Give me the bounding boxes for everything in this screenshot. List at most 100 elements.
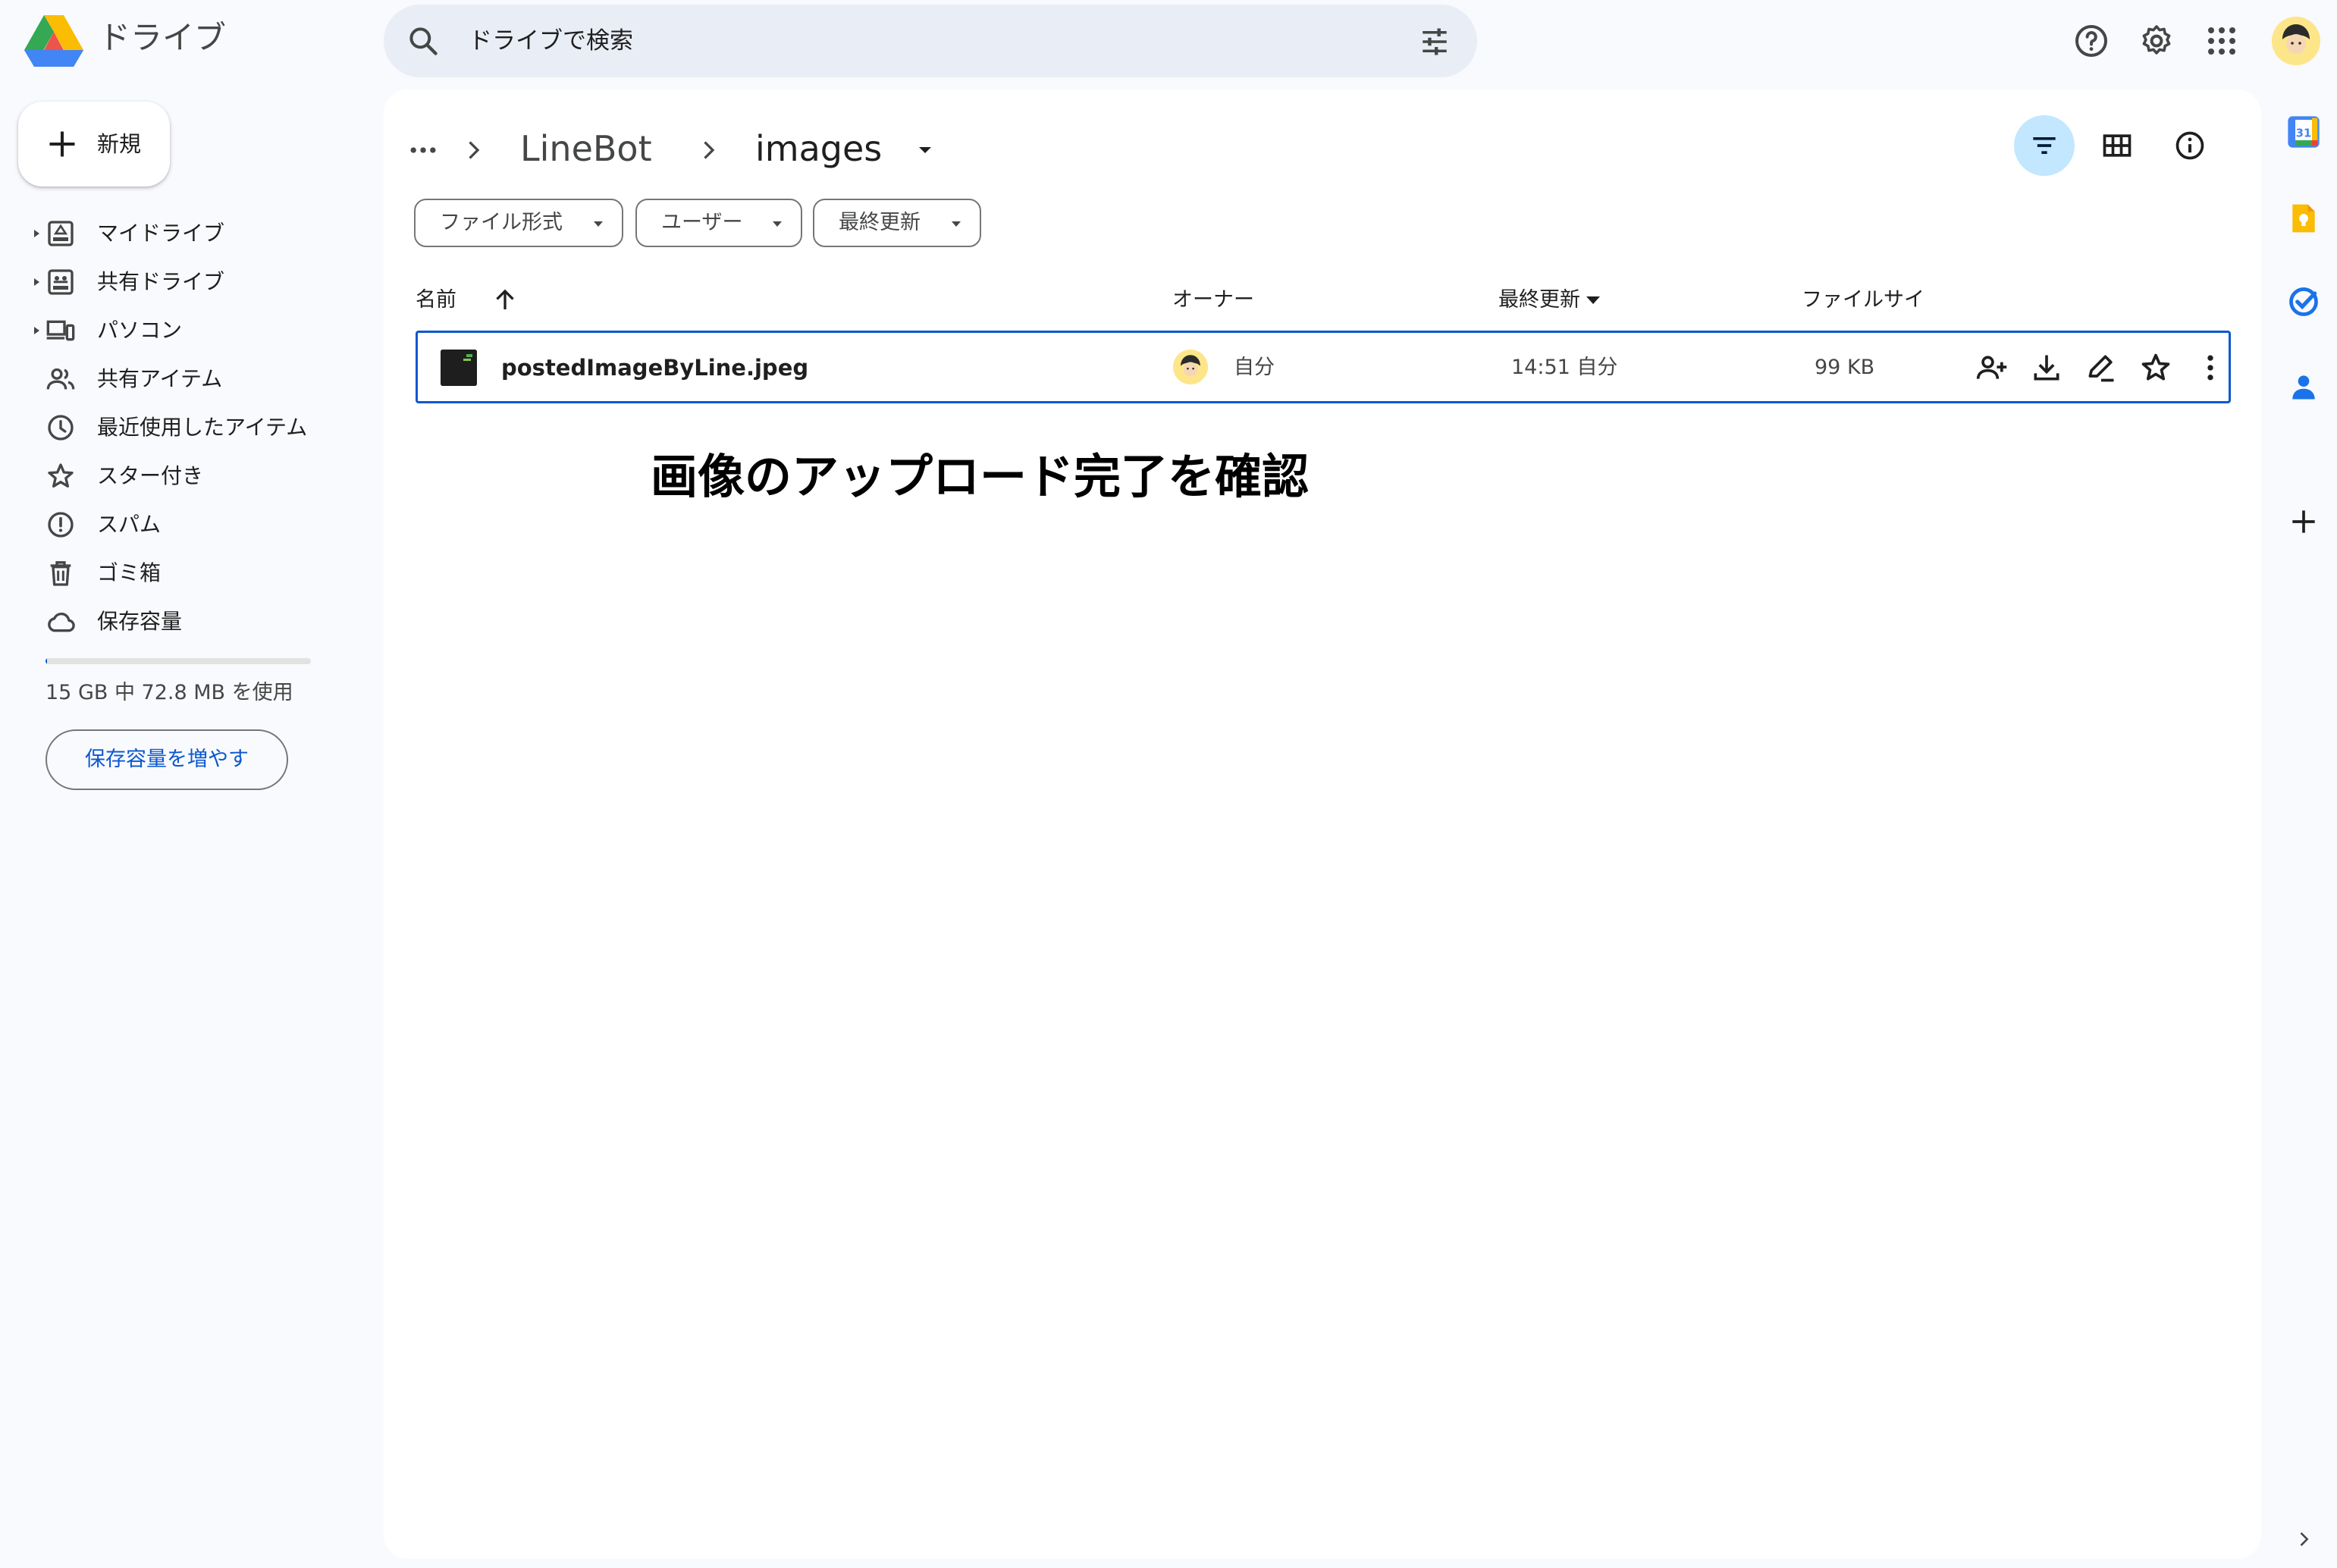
clock-icon <box>48 415 74 441</box>
plus-icon <box>49 131 75 157</box>
sidebar-item-label: 最近使用したアイテム <box>97 415 308 440</box>
add-addon-icon[interactable] <box>2287 505 2320 538</box>
grid-view-toggle[interactable] <box>2087 115 2147 176</box>
settings-icon[interactable] <box>2138 23 2175 59</box>
my-drive-icon <box>48 221 74 246</box>
help-icon[interactable] <box>2073 23 2110 59</box>
image-file-thumbnail <box>441 350 477 386</box>
avatar-face-icon <box>1173 350 1208 384</box>
filter-chip-file-type[interactable]: ファイル形式 <box>414 199 623 247</box>
sidebar-item-label: 共有アイテム <box>97 366 223 391</box>
sort-down-icon[interactable] <box>1585 294 1601 306</box>
chevron-down-icon <box>773 221 782 227</box>
cloud-icon <box>48 613 75 632</box>
calendar-icon[interactable]: 31 <box>2287 115 2320 149</box>
arrow-up-icon[interactable] <box>491 287 519 314</box>
breadcrumb-item-linebot[interactable]: LineBot <box>520 126 652 171</box>
new-button[interactable]: 新規 <box>18 102 170 187</box>
sidebar-item-shared-with-me[interactable]: 共有アイテム <box>0 355 356 403</box>
column-header-owner[interactable]: オーナー <box>1172 285 1254 315</box>
top-bar: ドライブ <box>0 0 2337 83</box>
expand-caret-icon[interactable] <box>30 325 42 337</box>
annotation-caption: 画像のアップロード完了を確認 <box>651 449 1310 504</box>
filter-chip-modified[interactable]: 最終更新 <box>813 199 981 247</box>
tasks-icon[interactable] <box>2287 285 2320 318</box>
chevron-down-icon <box>594 221 603 227</box>
sidebar-item-label: マイドライブ <box>97 221 225 246</box>
sidebar-item-trash[interactable]: ゴミ箱 <box>0 549 356 597</box>
more-horizontal-icon[interactable] <box>406 133 440 167</box>
more-vertical-icon[interactable] <box>2194 351 2227 384</box>
sidebar-item-label: スター付き <box>97 463 204 488</box>
column-header-size[interactable]: ファイルサイ <box>1802 285 1924 315</box>
column-header-modified[interactable]: 最終更新 <box>1498 285 1580 315</box>
account-avatar[interactable] <box>2272 17 2320 65</box>
spam-icon <box>48 512 74 538</box>
sidebar-item-shared-drive[interactable]: 共有ドライブ <box>0 258 356 306</box>
sidebar-item-label: パソコン <box>97 318 183 343</box>
rename-icon[interactable] <box>2084 351 2118 384</box>
sidebar-item-computers[interactable]: パソコン <box>0 306 356 355</box>
sidebar-item-my-drive[interactable]: マイドライブ <box>0 209 356 258</box>
owner-avatar <box>1173 350 1208 384</box>
storage-usage-fill <box>45 658 47 664</box>
trash-icon <box>50 561 71 586</box>
expand-caret-icon[interactable] <box>30 227 42 240</box>
sidebar-item-recent[interactable]: 最近使用したアイテム <box>0 403 356 452</box>
chip-label: 最終更新 <box>839 211 921 234</box>
details-button[interactable] <box>2160 115 2220 176</box>
sidebar-item-starred[interactable]: スター付き <box>0 452 356 500</box>
last-modified: 14:51 自分 <box>1511 356 1618 379</box>
sidebar-item-label: ゴミ箱 <box>97 560 162 585</box>
filter-chip-people[interactable]: ユーザー <box>635 199 802 247</box>
file-size: 99 KB <box>1815 356 1875 379</box>
column-header-name[interactable]: 名前 <box>416 285 456 315</box>
list-view-toggle[interactable] <box>2014 115 2075 176</box>
computers-icon <box>46 320 75 341</box>
sidebar-item-label: 保存容量 <box>97 609 183 634</box>
file-name[interactable]: postedImageByLine.jpeg <box>501 351 808 384</box>
folder-dropdown-icon[interactable] <box>916 143 934 158</box>
search-icon[interactable] <box>406 24 440 58</box>
filter-list-icon <box>2033 137 2056 154</box>
drive-logo[interactable] <box>24 15 83 68</box>
expand-caret-icon[interactable] <box>30 276 42 288</box>
info-icon <box>2175 131 2204 160</box>
chevron-right-icon <box>469 141 480 159</box>
shared-drive-icon <box>48 269 74 295</box>
main-content: LineBot images ファイル形式 ユーザー 最終更新 名前 オーナー … <box>384 89 2261 1559</box>
chip-label: ファイル形式 <box>440 211 563 234</box>
sidebar-item-label: スパム <box>97 512 162 537</box>
grid-icon <box>2103 134 2132 157</box>
star-icon[interactable] <box>2139 351 2172 384</box>
search-options-icon[interactable] <box>1418 26 1451 58</box>
share-icon[interactable] <box>1975 351 2009 384</box>
download-icon[interactable] <box>2030 351 2063 384</box>
app-title: ドライブ <box>99 19 227 56</box>
storage-usage-bar <box>45 658 311 664</box>
table-row[interactable]: postedImageByLine.jpeg 自分 14:51 自分 99 KB <box>416 331 2231 403</box>
owner-name: 自分 <box>1234 356 1275 379</box>
get-more-storage-button[interactable]: 保存容量を増やす <box>45 729 288 790</box>
star-icon <box>48 463 74 488</box>
expand-panel-icon[interactable] <box>2293 1529 2314 1550</box>
image-preview-icon <box>441 350 477 386</box>
search-bar[interactable] <box>384 5 1477 77</box>
svg-text:31: 31 <box>2296 127 2311 140</box>
shared-people-icon <box>46 368 75 390</box>
sidebar-item-label: 共有ドライブ <box>97 269 225 294</box>
new-button-label: 新規 <box>97 131 142 157</box>
apps-grid-icon[interactable] <box>2204 23 2240 59</box>
chevron-right-icon <box>704 141 715 159</box>
sidebar-item-storage[interactable]: 保存容量 <box>0 597 356 646</box>
chip-label: ユーザー <box>661 211 743 234</box>
avatar-face-icon <box>2272 17 2320 65</box>
sidebar-nav: マイドライブ 共有ドライブ パソコン 共有アイテム 最近使用したアイテム スター… <box>0 209 356 646</box>
chevron-down-icon <box>952 221 961 227</box>
breadcrumb-item-images[interactable]: images <box>755 126 882 171</box>
contacts-icon[interactable] <box>2287 370 2320 403</box>
sidebar-item-spam[interactable]: スパム <box>0 500 356 549</box>
storage-usage-text: 15 GB 中 72.8 MB を使用 <box>45 681 293 704</box>
keep-icon[interactable] <box>2287 202 2320 235</box>
search-input[interactable] <box>469 20 1379 62</box>
